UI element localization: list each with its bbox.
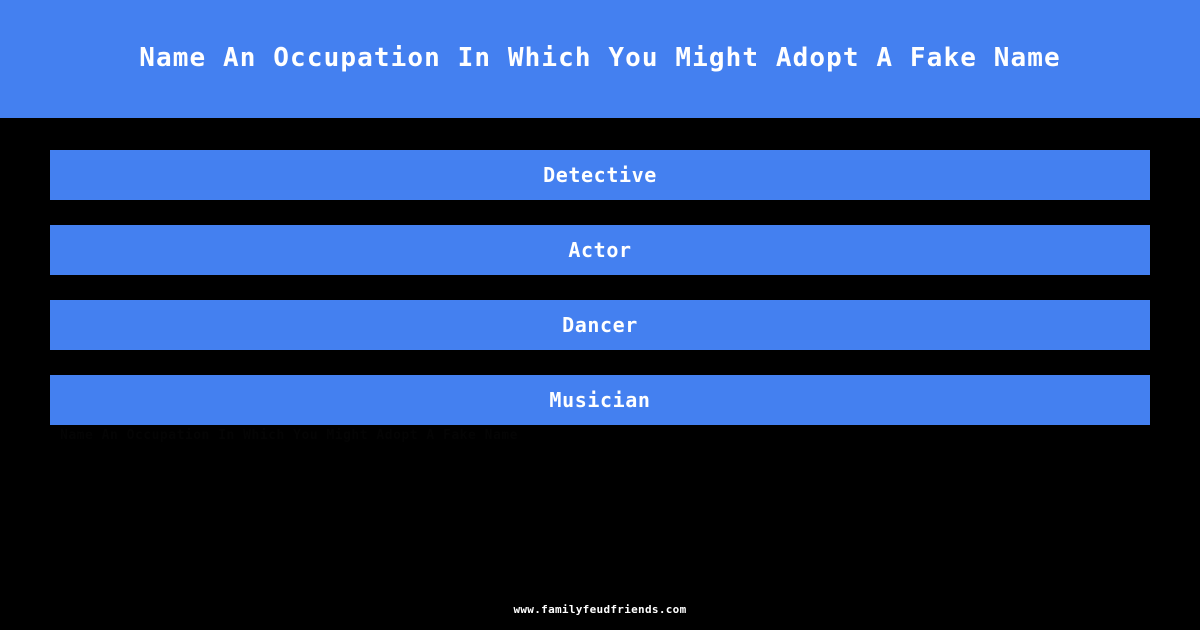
compression-artifact-strip: Name An Occupation In Which You Might Ad…	[60, 428, 518, 443]
answer-row[interactable]: Musician	[50, 375, 1150, 425]
question-header-band: Name An Occupation In Which You Might Ad…	[0, 0, 1200, 118]
answer-list: Detective Actor Dancer Musician	[50, 150, 1150, 425]
answer-label: Detective	[543, 163, 657, 187]
answer-label: Dancer	[562, 313, 638, 337]
footer-site-url: www.familyfeudfriends.com	[513, 603, 687, 616]
answer-label: Musician	[549, 388, 651, 412]
family-feud-answer-card: Name An Occupation In Which You Might Ad…	[0, 0, 1200, 630]
answer-row[interactable]: Actor	[50, 225, 1150, 275]
answer-row[interactable]: Detective	[50, 150, 1150, 200]
answer-row[interactable]: Dancer	[50, 300, 1150, 350]
footer: www.familyfeudfriends.com	[0, 598, 1200, 617]
answer-label: Actor	[568, 238, 632, 262]
question-title: Name An Occupation In Which You Might Ad…	[139, 43, 1061, 74]
